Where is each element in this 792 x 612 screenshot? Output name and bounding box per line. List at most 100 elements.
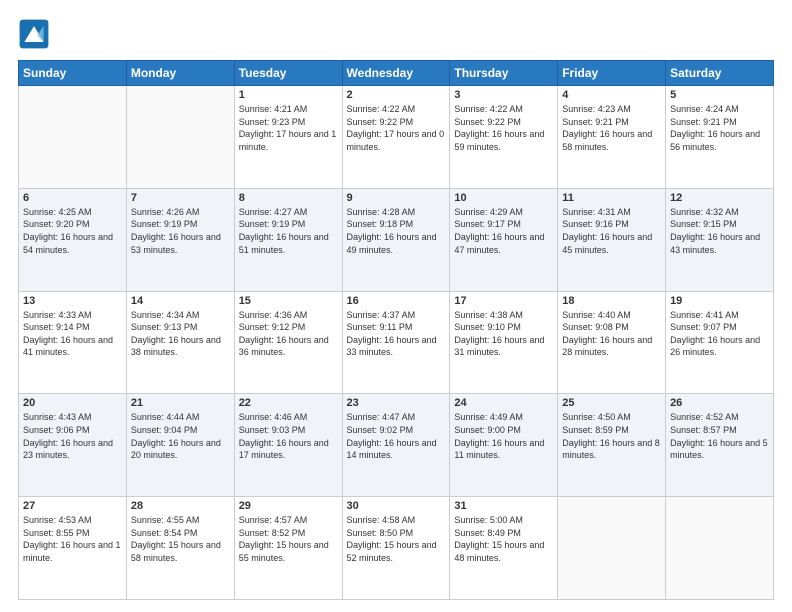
day-number: 1	[239, 89, 338, 101]
day-info: Sunrise: 4:46 AM Sunset: 9:03 PM Dayligh…	[239, 411, 338, 461]
weekday-header: Saturday	[666, 61, 774, 86]
day-info: Sunrise: 4:34 AM Sunset: 9:13 PM Dayligh…	[131, 309, 230, 359]
day-number: 26	[670, 397, 769, 409]
calendar-cell: 2Sunrise: 4:22 AM Sunset: 9:22 PM Daylig…	[342, 86, 450, 189]
calendar-cell: 3 Sunrise: 4:22 AM Sunset: 9:22 PM Daylig…	[450, 86, 558, 189]
day-info: Sunrise: 4:36 AM Sunset: 9:12 PM Dayligh…	[239, 309, 338, 359]
day-info: Sunrise: 4:24 AM Sunset: 9:21 PM Dayligh…	[670, 103, 769, 153]
day-number: 29	[239, 500, 338, 512]
calendar-cell: 18 Sunrise: 4:40 AM Sunset: 9:08 PM Dayli…	[558, 291, 666, 394]
weekday-header: Wednesday	[342, 61, 450, 86]
calendar-cell: 28Sunrise: 4:55 AM Sunset: 8:54 PM Dayli…	[126, 497, 234, 600]
calendar-cell: 16 Sunrise: 4:37 AM Sunset: 9:11 PM Dayli…	[342, 291, 450, 394]
weekday-header: Friday	[558, 61, 666, 86]
calendar-cell: 9 Sunrise: 4:28 AM Sunset: 9:18 PM Daylig…	[342, 188, 450, 291]
weekday-header: Thursday	[450, 61, 558, 86]
calendar-cell: 21 Sunrise: 4:44 AM Sunset: 9:04 PM Dayli…	[126, 394, 234, 497]
weekday-header: Tuesday	[234, 61, 342, 86]
day-number: 22	[239, 397, 338, 409]
calendar-cell	[666, 497, 774, 600]
calendar-cell: 10 Sunrise: 4:29 AM Sunset: 9:17 PM Dayli…	[450, 188, 558, 291]
day-info: Sunrise: 4:38 AM Sunset: 9:10 PM Dayligh…	[454, 309, 553, 359]
day-info: Sunrise: 4:23 AM Sunset: 9:21 PM Dayligh…	[562, 103, 661, 153]
day-number: 23	[347, 397, 446, 409]
day-info: Sunrise: 4:31 AM Sunset: 9:16 PM Dayligh…	[562, 206, 661, 256]
calendar-cell: 6Sunrise: 4:25 AM Sunset: 9:20 PM Daylig…	[19, 188, 127, 291]
calendar-cell: 20 Sunrise: 4:43 AM Sunset: 9:06 PM Dayli…	[19, 394, 127, 497]
calendar-cell: 15 Sunrise: 4:36 AM Sunset: 9:12 PM Dayli…	[234, 291, 342, 394]
calendar-week-row: 1Sunrise: 4:21 AM Sunset: 9:23 PM Daylig…	[19, 86, 774, 189]
calendar-cell: 11 Sunrise: 4:31 AM Sunset: 9:16 PM Dayli…	[558, 188, 666, 291]
day-number: 5	[670, 89, 769, 101]
day-number: 18	[562, 295, 661, 307]
day-number: 12	[670, 192, 769, 204]
day-number: 25	[562, 397, 661, 409]
day-number: 3	[454, 89, 553, 101]
day-number: 20	[23, 397, 122, 409]
day-info: Sunrise: 4:52 AM Sunset: 8:57 PM Dayligh…	[670, 411, 769, 461]
calendar-cell: 4 Sunrise: 4:23 AM Sunset: 9:21 PM Daylig…	[558, 86, 666, 189]
calendar-cell: 7 Sunrise: 4:26 AM Sunset: 9:19 PM Daylig…	[126, 188, 234, 291]
calendar-header-row: SundayMondayTuesdayWednesdayThursdayFrid…	[19, 61, 774, 86]
calendar-week-row: 6Sunrise: 4:25 AM Sunset: 9:20 PM Daylig…	[19, 188, 774, 291]
calendar-cell: 17 Sunrise: 4:38 AM Sunset: 9:10 PM Dayli…	[450, 291, 558, 394]
day-info: Sunrise: 4:22 AM Sunset: 9:22 PM Dayligh…	[454, 103, 553, 153]
day-info: Sunrise: 4:33 AM Sunset: 9:14 PM Dayligh…	[23, 309, 122, 359]
day-info: Sunrise: 4:28 AM Sunset: 9:18 PM Dayligh…	[347, 206, 446, 256]
day-number: 9	[347, 192, 446, 204]
calendar-week-row: 20 Sunrise: 4:43 AM Sunset: 9:06 PM Dayli…	[19, 394, 774, 497]
day-number: 7	[131, 192, 230, 204]
calendar-cell: 31 Sunrise: 5:00 AM Sunset: 8:49 PM Dayli…	[450, 497, 558, 600]
day-number: 13	[23, 295, 122, 307]
weekday-header: Monday	[126, 61, 234, 86]
calendar-cell	[19, 86, 127, 189]
calendar-cell: 23 Sunrise: 4:47 AM Sunset: 9:02 PM Dayli…	[342, 394, 450, 497]
day-info: Sunrise: 4:22 AM Sunset: 9:22 PM Dayligh…	[347, 103, 446, 153]
calendar-cell: 29Sunrise: 4:57 AM Sunset: 8:52 PM Dayli…	[234, 497, 342, 600]
page: SundayMondayTuesdayWednesdayThursdayFrid…	[0, 0, 792, 612]
calendar-week-row: 27Sunrise: 4:53 AM Sunset: 8:55 PM Dayli…	[19, 497, 774, 600]
day-info: Sunrise: 4:44 AM Sunset: 9:04 PM Dayligh…	[131, 411, 230, 461]
day-info: Sunrise: 4:29 AM Sunset: 9:17 PM Dayligh…	[454, 206, 553, 256]
day-number: 17	[454, 295, 553, 307]
day-info: Sunrise: 4:58 AM Sunset: 8:50 PM Dayligh…	[347, 514, 446, 564]
day-number: 16	[347, 295, 446, 307]
day-info: Sunrise: 4:37 AM Sunset: 9:11 PM Dayligh…	[347, 309, 446, 359]
calendar-cell: 12 Sunrise: 4:32 AM Sunset: 9:15 PM Dayli…	[666, 188, 774, 291]
day-number: 28	[131, 500, 230, 512]
day-number: 4	[562, 89, 661, 101]
day-number: 8	[239, 192, 338, 204]
calendar-cell: 30Sunrise: 4:58 AM Sunset: 8:50 PM Dayli…	[342, 497, 450, 600]
day-info: Sunrise: 4:53 AM Sunset: 8:55 PM Dayligh…	[23, 514, 122, 564]
day-number: 15	[239, 295, 338, 307]
day-info: Sunrise: 4:40 AM Sunset: 9:08 PM Dayligh…	[562, 309, 661, 359]
day-info: Sunrise: 4:49 AM Sunset: 9:00 PM Dayligh…	[454, 411, 553, 461]
day-number: 11	[562, 192, 661, 204]
calendar-week-row: 13 Sunrise: 4:33 AM Sunset: 9:14 PM Dayli…	[19, 291, 774, 394]
day-number: 31	[454, 500, 553, 512]
day-info: Sunrise: 4:32 AM Sunset: 9:15 PM Dayligh…	[670, 206, 769, 256]
day-info: Sunrise: 4:26 AM Sunset: 9:19 PM Dayligh…	[131, 206, 230, 256]
calendar-cell	[558, 497, 666, 600]
logo	[18, 18, 54, 50]
day-number: 10	[454, 192, 553, 204]
logo-icon	[18, 18, 50, 50]
calendar-cell: 8 Sunrise: 4:27 AM Sunset: 9:19 PM Daylig…	[234, 188, 342, 291]
calendar-cell: 22 Sunrise: 4:46 AM Sunset: 9:03 PM Dayli…	[234, 394, 342, 497]
day-number: 21	[131, 397, 230, 409]
day-number: 6	[23, 192, 122, 204]
calendar-cell: 1Sunrise: 4:21 AM Sunset: 9:23 PM Daylig…	[234, 86, 342, 189]
day-info: Sunrise: 4:43 AM Sunset: 9:06 PM Dayligh…	[23, 411, 122, 461]
day-number: 19	[670, 295, 769, 307]
day-info: Sunrise: 5:00 AM Sunset: 8:49 PM Dayligh…	[454, 514, 553, 564]
calendar-cell	[126, 86, 234, 189]
day-number: 24	[454, 397, 553, 409]
calendar-cell: 27Sunrise: 4:53 AM Sunset: 8:55 PM Dayli…	[19, 497, 127, 600]
day-info: Sunrise: 4:47 AM Sunset: 9:02 PM Dayligh…	[347, 411, 446, 461]
day-info: Sunrise: 4:27 AM Sunset: 9:19 PM Dayligh…	[239, 206, 338, 256]
day-info: Sunrise: 4:50 AM Sunset: 8:59 PM Dayligh…	[562, 411, 661, 461]
day-number: 14	[131, 295, 230, 307]
calendar-cell: 14 Sunrise: 4:34 AM Sunset: 9:13 PM Dayli…	[126, 291, 234, 394]
calendar-cell: 13 Sunrise: 4:33 AM Sunset: 9:14 PM Dayli…	[19, 291, 127, 394]
day-info: Sunrise: 4:41 AM Sunset: 9:07 PM Dayligh…	[670, 309, 769, 359]
